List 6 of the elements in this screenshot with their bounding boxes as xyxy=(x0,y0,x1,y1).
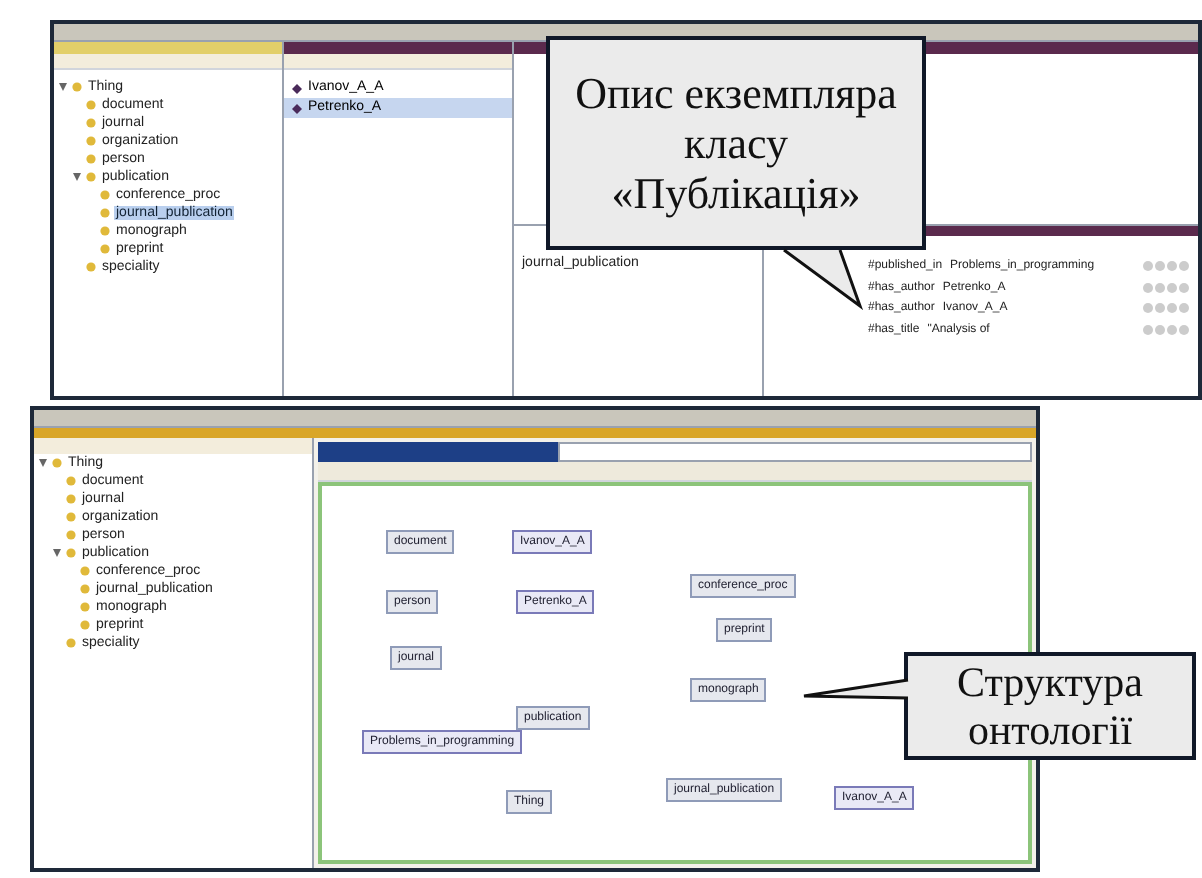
callout-text: Опис екземпляра класу «Публікація» xyxy=(573,67,899,219)
callout-text: Структура онтології xyxy=(954,657,1146,755)
expand-toggle[interactable] xyxy=(59,82,67,92)
expand-toggle[interactable] xyxy=(53,548,61,558)
expand-toggle[interactable] xyxy=(73,172,81,182)
expand-toggle[interactable] xyxy=(39,458,47,468)
